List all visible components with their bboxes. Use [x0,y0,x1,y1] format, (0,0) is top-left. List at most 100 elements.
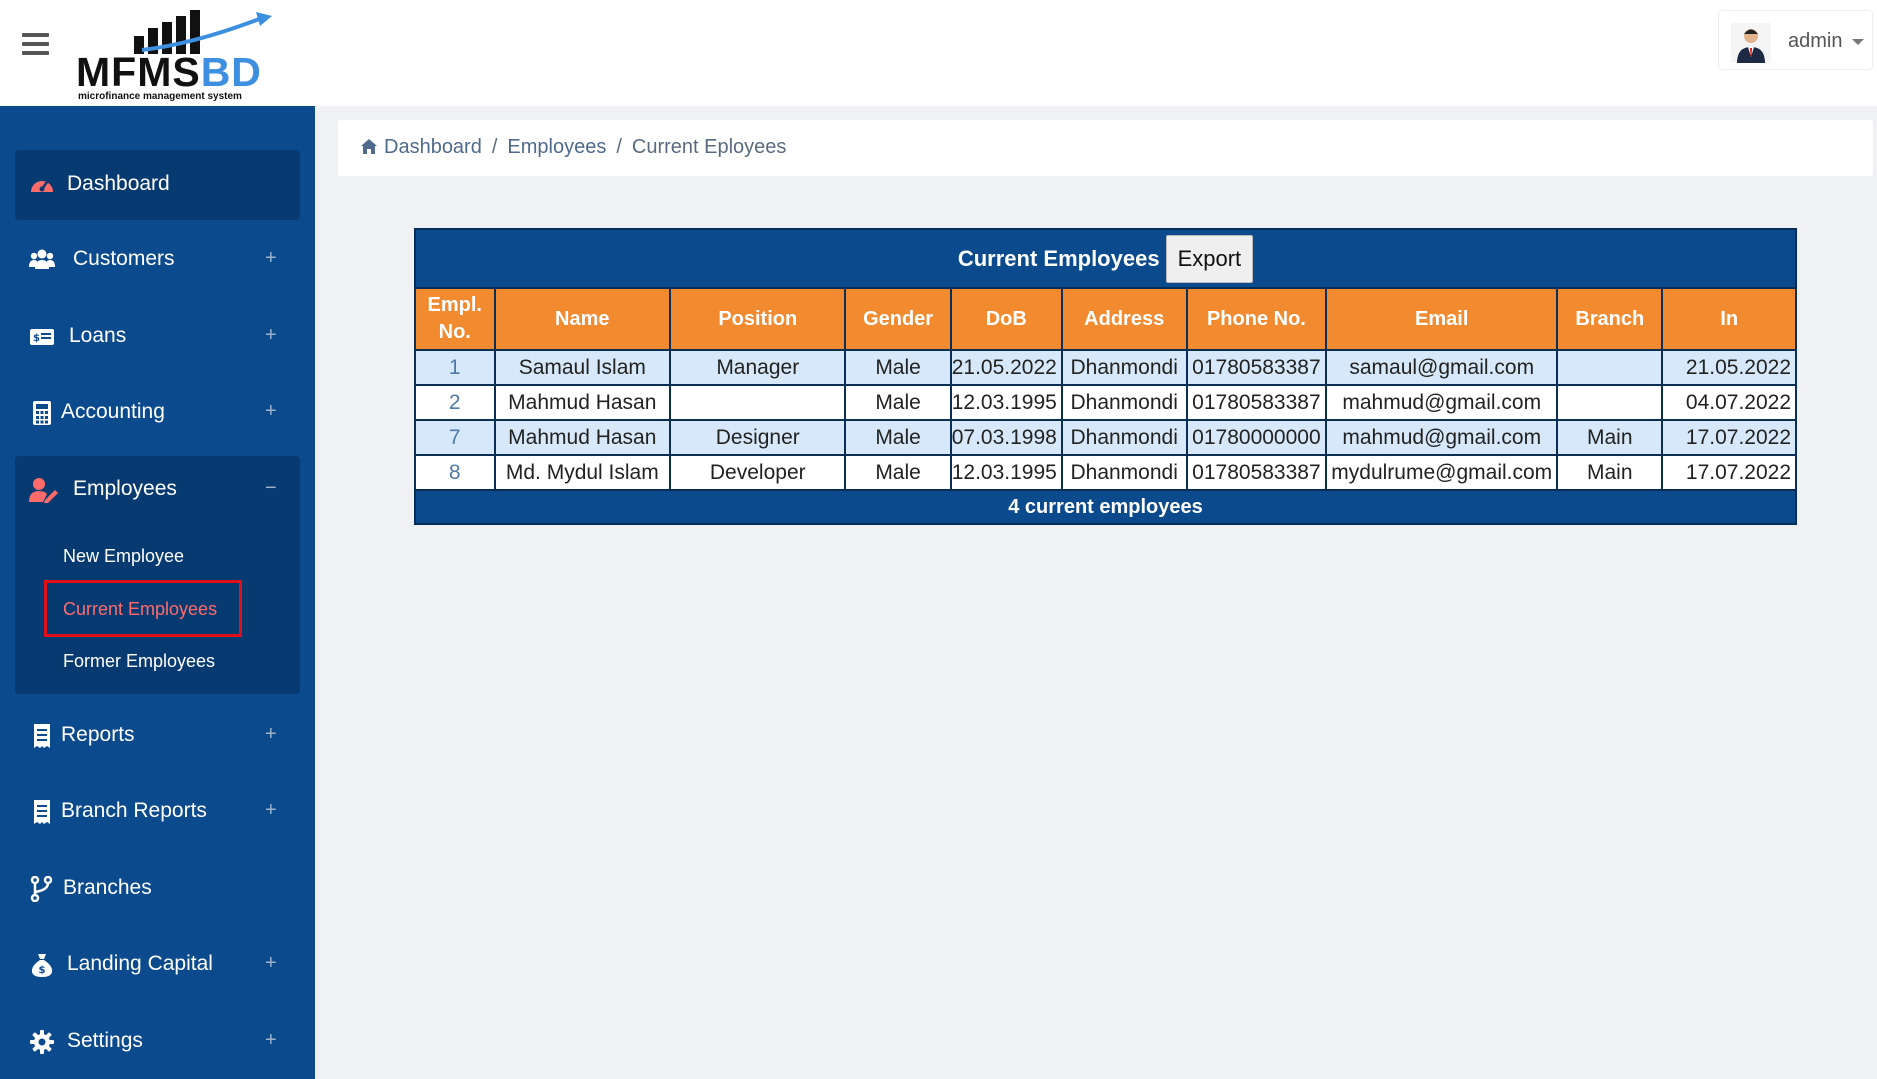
money-bag-icon: $ [31,954,53,977]
cell-empl-no[interactable]: 2 [414,384,496,421]
cell-name: Samaul Islam [493,349,672,386]
cell-name: Mahmud Hasan [493,419,672,456]
cell-position: Developer [669,454,847,491]
cell-branch [1556,384,1664,421]
sidebar-item-label: Settings [67,1029,143,1052]
expand-icon: + [265,952,277,974]
cell-in-date: 04.07.2022 [1661,384,1797,421]
svg-text:$: $ [39,965,46,976]
sidebar-item-settings[interactable]: Settings + [15,1007,300,1077]
cell-email: mahmud@gmail.com [1325,419,1559,456]
hamburger-menu-icon[interactable] [22,33,49,55]
cell-dob: 21.05.2022 [949,349,1063,386]
sidebar-item-label: Branch Reports [61,799,207,822]
column-header: Position [669,287,847,351]
sidebar-item-reports[interactable]: Reports + [15,701,300,771]
breadcrumb: Dashboard / Employees / Current Eployees [338,120,1873,176]
sidebar-item-label: Landing Capital [67,952,213,975]
home-icon [361,139,377,154]
cell-address: Dhanmondi [1060,419,1188,456]
column-header: DoB [949,287,1063,351]
table-header-row: Empl. No. Name Position Gender DoB Addres… [414,287,1797,351]
dashboard-icon [31,181,53,192]
column-header: Empl. No. [414,287,496,351]
caret-down-icon [1852,39,1864,45]
table-caption-row: Current Employees Export [414,228,1797,289]
money-card-icon: $ [30,329,54,345]
calculator-icon [33,401,51,425]
sidebar-item-label: Customers [73,247,175,270]
table-row[interactable]: 8 Md. Mydul Islam Developer Male 12.03.1… [414,454,1797,491]
breadcrumb-employees-link[interactable]: Employees [507,136,606,158]
cell-empl-no[interactable]: 1 [414,349,496,386]
cell-empl-no[interactable]: 8 [414,454,496,491]
cell-branch [1556,349,1664,386]
cell-branch: Main [1556,419,1664,456]
cell-in-date: 17.07.2022 [1661,454,1797,491]
users-icon [29,249,55,269]
column-header: Name [493,287,672,351]
expand-icon: + [265,723,277,745]
table-footer-count: 4 current employees [414,489,1797,525]
table-caption: Current Employees Export [414,228,1797,289]
cell-empl-no[interactable]: 7 [414,419,496,456]
sidebar-item-label: Employees [73,477,177,500]
user-menu[interactable]: admin [1718,10,1873,70]
submenu-new-employee[interactable]: New Employee [63,546,184,567]
logo[interactable]: MFMSBD microfinance management system [76,6,276,102]
cell-dob: 07.03.1998 [949,419,1063,456]
receipt-icon [34,724,50,748]
column-header: In [1661,287,1797,351]
cell-name: Md. Mydul Islam [493,454,672,491]
table-footer-row: 4 current employees [414,489,1797,525]
sidebar-item-label: Dashboard [67,172,170,195]
sidebar-item-label: Loans [69,324,127,347]
expand-icon: + [265,799,277,821]
cell-name: Mahmud Hasan [493,384,672,421]
table-row[interactable]: 7 Mahmud Hasan Designer Male 07.03.1998 … [414,419,1797,456]
sidebar-item-label: Reports [61,723,135,746]
export-button[interactable]: Export [1165,234,1254,283]
cell-position [669,384,847,421]
sidebar-item-employees[interactable]: Employees − [15,455,300,525]
logo-brand: MFMSBD [76,50,262,94]
collapse-icon: − [265,477,277,499]
cell-phone: 01780583387 [1185,384,1328,421]
cell-phone: 01780583387 [1185,349,1328,386]
cell-gender: Male [844,349,952,386]
svg-text:$: $ [33,333,40,344]
sidebar-item-accounting[interactable]: Accounting + [15,378,300,448]
submenu-former-employees[interactable]: Former Employees [63,651,215,672]
sidebar-item-loans[interactable]: $ Loans + [15,302,300,372]
sidebar-item-branches[interactable]: Branches [15,854,300,924]
breadcrumb-separator: / [491,136,498,158]
sidebar-item-dashboard[interactable]: Dashboard [15,150,300,220]
cell-gender: Male [844,384,952,421]
logo-bars-graphic [134,10,272,54]
user-name: admin [1788,30,1843,52]
column-header: Address [1060,287,1188,351]
table-row[interactable]: 2 Mahmud Hasan Male 12.03.1995 Dhanmondi… [414,384,1797,421]
expand-icon: + [265,400,277,422]
submenu-current-employees[interactable]: Current Employees [63,599,217,620]
breadcrumb-separator: / [616,136,622,158]
cell-address: Dhanmondi [1060,384,1188,421]
column-header: Branch [1556,287,1664,351]
avatar [1731,23,1771,63]
sidebar-item-customers[interactable]: Customers + [15,225,300,295]
receipt-icon [34,800,50,824]
cell-position: Designer [669,419,847,456]
breadcrumb-dashboard-link[interactable]: Dashboard [384,136,482,158]
logo-brand-main: MFMS [76,49,201,95]
cell-in-date: 17.07.2022 [1661,419,1797,456]
sidebar-item-label: Accounting [61,400,165,423]
breadcrumb-trail: Dashboard / Employees / Current Eployees [384,136,786,159]
column-header: Phone No. [1185,287,1328,351]
table-row[interactable]: 1 Samaul Islam Manager Male 21.05.2022 D… [414,349,1797,386]
column-header: Gender [844,287,952,351]
sidebar-item-branch-reports[interactable]: Branch Reports + [15,777,300,847]
top-bar: MFMSBD microfinance management system ad… [0,0,1877,106]
sidebar-item-landing-capital[interactable]: $ Landing Capital + [15,930,300,1000]
employees-table: Current Employees Export Empl. No. Name Po… [414,228,1797,525]
employees-table-container: Current Employees Export Empl. No. Name Po… [414,228,1797,525]
